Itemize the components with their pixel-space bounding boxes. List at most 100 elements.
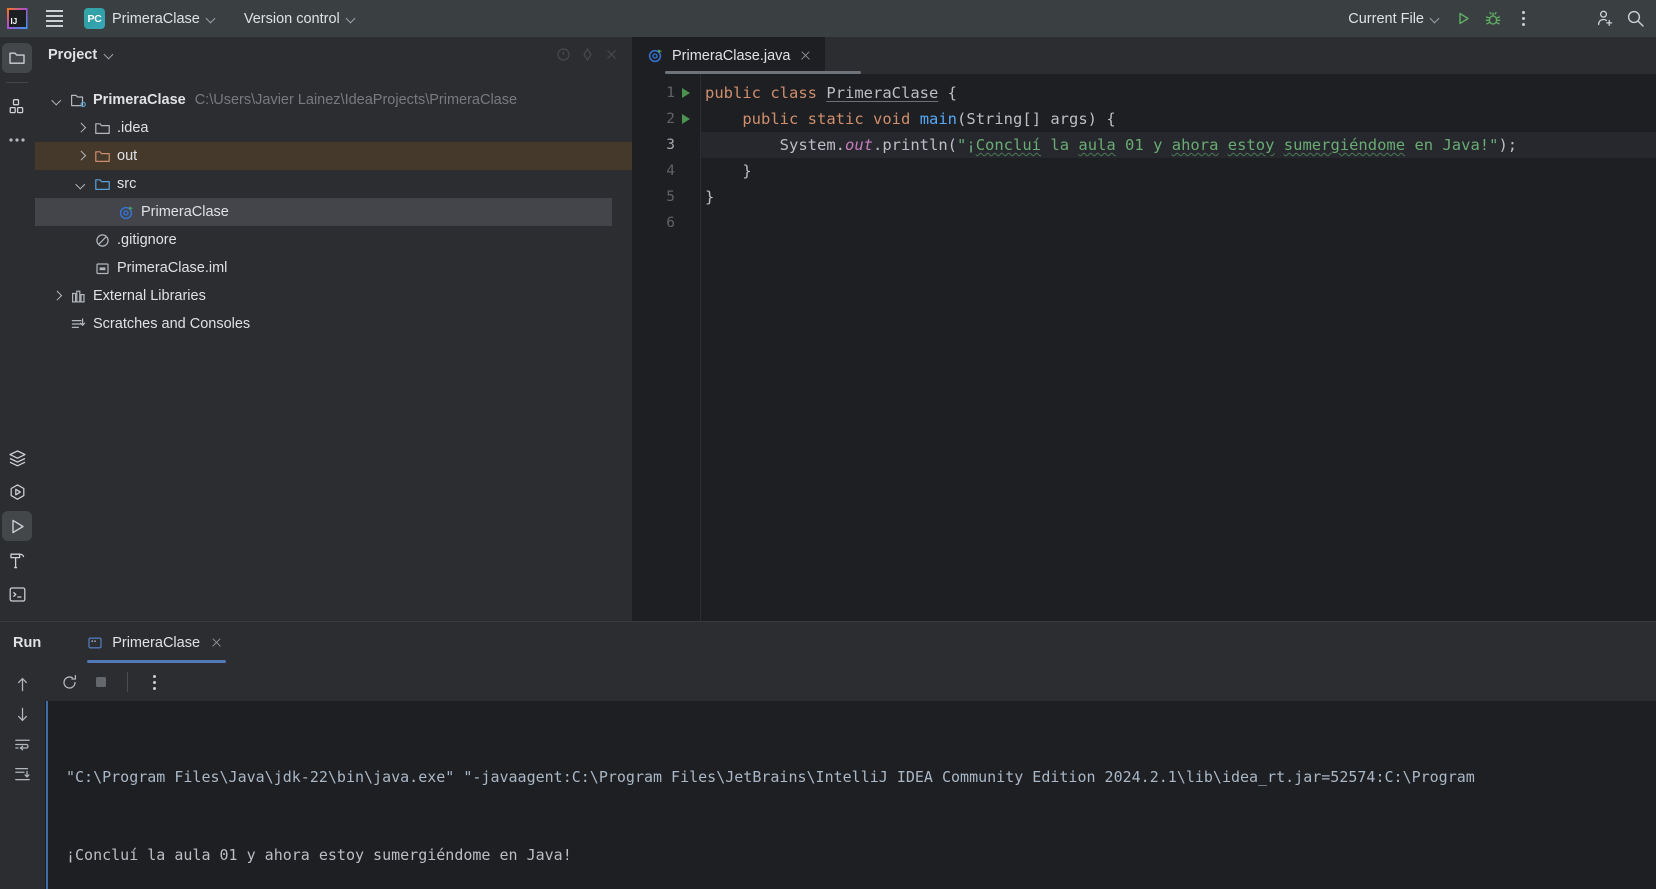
folder-blue-icon <box>91 176 113 193</box>
line-number: 3 <box>666 137 675 153</box>
tree-label: .gitignore <box>117 232 177 248</box>
tree-row-scratches[interactable]: Scratches and Consoles <box>35 310 632 338</box>
chevron-down-icon <box>207 14 216 23</box>
sidebar-item-project[interactable] <box>2 43 32 73</box>
project-panel-header: Project <box>35 37 632 72</box>
tree-row-iml[interactable]: PrimeraClase.iml <box>35 254 632 282</box>
console-window-icon <box>87 635 103 651</box>
console-line-output: ¡Concluí la aula 01 y ahora estoy sumerg… <box>66 846 572 864</box>
intellij-window: PC PrimeraClase Version control Current … <box>0 0 1656 889</box>
tree-row-primeraclase-root[interactable]: PrimeraClase C:\Users\Javier Lainez\Idea… <box>35 86 632 114</box>
tree-label: out <box>117 148 138 164</box>
sidebar-item-run[interactable] <box>2 511 32 541</box>
project-panel-actions <box>552 44 622 66</box>
tree-label: PrimeraClase <box>93 92 186 108</box>
soft-wrap-button[interactable] <box>9 730 37 758</box>
chevron-right-icon[interactable] <box>71 124 91 133</box>
chevron-down-icon[interactable] <box>105 50 114 59</box>
code-line-3: System. out. println("¡ Concluí la aula 01 … <box>701 132 1656 158</box>
tree-label: PrimeraClase.iml <box>117 260 228 276</box>
code-lines[interactable]: public class PrimeraClase { public stati… <box>701 74 1656 621</box>
run-config-label: Current File <box>1348 10 1424 27</box>
project-tool-window: Project PrimeraClase C:\Users\Javier Lai… <box>35 37 633 621</box>
console-column: "C:\Program Files\Java\jdk-22\bin\java.e… <box>45 663 1656 889</box>
console-output-area[interactable]: "C:\Program Files\Java\jdk-22\bin\java.e… <box>45 701 1656 889</box>
settings-gear-icon[interactable] <box>576 44 598 66</box>
project-widget[interactable]: PC PrimeraClase <box>78 4 224 33</box>
editor-gutter[interactable]: 1 2 3 4 5 6 <box>633 74 701 621</box>
sidebar-item-more[interactable] <box>2 125 32 155</box>
gitignore-icon <box>91 232 113 249</box>
gutter-line-1: 1 <box>633 80 701 106</box>
left-stripe-bottom-group <box>2 443 32 621</box>
project-badge: PC <box>84 8 105 29</box>
project-panel-title: Project <box>48 46 98 63</box>
tree-row-idea[interactable]: .idea <box>35 114 632 142</box>
hamburger-menu-icon[interactable] <box>34 0 74 37</box>
chevron-down-icon <box>347 14 356 23</box>
chevron-down-icon <box>1431 14 1440 23</box>
folder-gray-icon <box>91 120 113 137</box>
search-everywhere-button[interactable] <box>1620 4 1650 34</box>
code-editor[interactable]: 1 2 3 4 5 6 public class PrimeraClase {… <box>633 74 1656 621</box>
gutter-line-3: 3 <box>633 132 701 158</box>
run-tab-label: PrimeraClase <box>112 634 201 651</box>
scroll-down-button[interactable] <box>9 700 37 728</box>
sidebar-item-profiler[interactable] <box>2 477 32 507</box>
console-more-options-button[interactable] <box>140 668 168 696</box>
java-class-icon <box>115 204 137 221</box>
stop-button[interactable] <box>87 668 115 696</box>
code-line-1: public class PrimeraClase { <box>705 84 958 102</box>
line-number: 6 <box>666 215 675 231</box>
tree-row-external-libraries[interactable]: External Libraries <box>35 282 632 310</box>
tree-label: External Libraries <box>93 288 206 304</box>
project-tree: PrimeraClase C:\Users\Javier Lainez\Idea… <box>35 72 632 338</box>
close-icon[interactable] <box>209 635 224 650</box>
iml-file-icon <box>91 260 113 277</box>
left-tool-stripe <box>0 37 35 621</box>
intellij-logo-icon <box>0 0 34 37</box>
project-root-icon <box>67 92 89 109</box>
run-button[interactable] <box>1448 4 1478 34</box>
scroll-up-button[interactable] <box>9 670 37 698</box>
more-actions-button[interactable] <box>1508 4 1538 34</box>
invite-users-button[interactable] <box>1590 4 1620 34</box>
hide-tool-window-icon[interactable] <box>552 44 574 66</box>
debug-button[interactable] <box>1478 4 1508 34</box>
code-line-2: public static void main(String[] args) { <box>742 110 1116 128</box>
gutter-line-5: 5 <box>633 184 701 210</box>
chevron-down-icon[interactable] <box>47 96 67 105</box>
more-vertical-icon <box>152 674 156 690</box>
chevron-right-icon[interactable] <box>71 152 91 161</box>
scratches-icon <box>67 316 89 333</box>
run-configuration-selector[interactable]: Current File <box>1340 7 1448 31</box>
sidebar-item-services[interactable] <box>2 443 32 473</box>
library-icon <box>67 288 89 305</box>
tree-row-src[interactable]: src <box>35 170 632 198</box>
sidebar-item-structure[interactable] <box>2 91 32 121</box>
editor-tab-label: PrimeraClase.java <box>672 47 791 64</box>
tree-row-out[interactable]: out <box>35 142 632 170</box>
gutter-run-icon[interactable] <box>675 114 697 124</box>
tree-label: PrimeraClase <box>141 204 229 220</box>
sidebar-item-build[interactable] <box>2 545 32 575</box>
tree-row-gitignore[interactable]: .gitignore <box>35 226 632 254</box>
sidebar-item-terminal[interactable] <box>2 579 32 609</box>
close-icon[interactable] <box>600 44 622 66</box>
gutter-run-icon[interactable] <box>675 88 697 98</box>
editor-tab-primeraclase-java[interactable]: PrimeraClase.java <box>633 37 826 74</box>
folder-orange-icon <box>91 148 113 165</box>
run-tab-primeraclase[interactable]: PrimeraClase <box>79 622 234 663</box>
tree-row-primeraclase-class[interactable]: PrimeraClase <box>35 198 612 226</box>
rerun-button[interactable] <box>55 668 83 696</box>
scroll-to-end-button[interactable] <box>9 760 37 788</box>
toolbar-right-group: Current File <box>1340 4 1650 34</box>
close-icon[interactable] <box>798 48 813 63</box>
version-control-label: Version control <box>243 10 340 27</box>
run-panel-header: Run PrimeraClase <box>0 622 1656 663</box>
chevron-down-icon[interactable] <box>71 180 91 189</box>
code-line-5: } <box>705 188 715 206</box>
version-control-widget[interactable]: Version control <box>236 7 364 31</box>
line-number: 1 <box>666 85 675 101</box>
chevron-right-icon[interactable] <box>47 292 67 301</box>
